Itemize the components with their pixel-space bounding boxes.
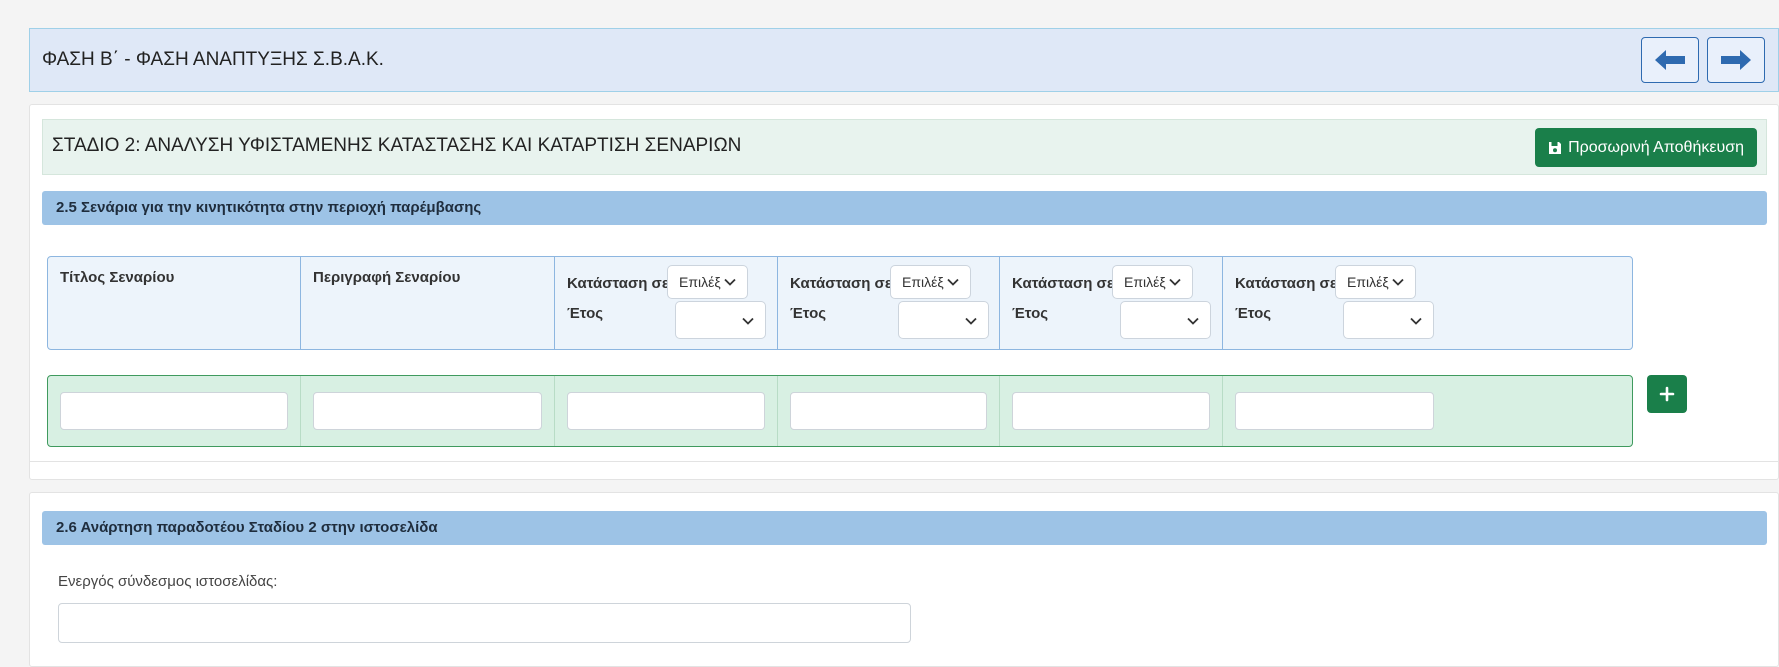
arrow-left-icon [1655,50,1685,70]
website-link-label: Ενεργός σύνδεσμος ιστοσελίδας: [58,573,278,590]
column-scenario-state: Κατάσταση σε Επιλέξ Έτος [778,257,1000,349]
column-scenario-state: Κατάσταση σε Επιλέξ Έτος [555,257,778,349]
phase-title: ΦΑΣΗ Β΄ - ΦΑΣΗ ΑΝΑΠΤΥΞΗΣ Σ.Β.Α.Κ. [42,49,384,70]
column-label: Τίτλος Σεναρίου [60,269,175,286]
section-2-6-header: 2.6 Ανάρτηση παραδοτέου Σταδίου 2 στην ι… [42,511,1767,545]
scenario-state-input[interactable] [567,392,765,430]
state-select-value: Επιλέξ [679,274,721,290]
row-cell [555,376,778,446]
column-scenario-state: Κατάσταση σε Επιλέξ Έτος [1223,257,1446,349]
chevron-down-icon [1169,278,1181,286]
column-scenario-description: Περιγραφή Σεναρίου [301,257,555,349]
save-button-label: Προσωρινή Αποθήκευση [1568,138,1744,156]
plus-icon [1659,386,1675,402]
row-cell [1000,376,1223,446]
row-cell [48,376,301,446]
row-cell [778,376,1000,446]
scenario-state-input[interactable] [1235,392,1434,430]
year-select[interactable] [898,301,989,339]
scenarios-table-header: Τίτλος Σεναρίου Περιγραφή Σεναρίου Κατάσ… [47,256,1633,350]
state-label: Κατάσταση σε [567,275,669,292]
website-link-input[interactable] [58,603,911,643]
previous-button[interactable] [1641,37,1699,83]
section-2-6-title: 2.6 Ανάρτηση παραδοτέου Σταδίου 2 στην ι… [56,519,438,536]
state-select-value: Επιλέξ [1124,274,1166,290]
state-select[interactable]: Επιλέξ [890,265,971,299]
next-button[interactable] [1707,37,1765,83]
chevron-down-icon [965,317,977,325]
chevron-down-icon [1392,278,1404,286]
state-label: Κατάσταση σε [1235,275,1337,292]
state-label: Κατάσταση σε [1012,275,1114,292]
row-cell [1223,376,1446,446]
state-select-value: Επιλέξ [902,274,944,290]
arrow-right-icon [1721,50,1751,70]
year-label: Έτος [1012,305,1049,322]
stage-card: ΣΤΑΔΙΟ 2: ΑΝΑΛΥΣΗ ΥΦΙΣΤΑΜΕΝΗΣ ΚΑΤΑΣΤΑΣΗΣ… [29,104,1779,480]
page: ΦΑΣΗ Β΄ - ΦΑΣΗ ΑΝΑΠΤΥΞΗΣ Σ.Β.Α.Κ. ΣΤΑΔΙΟ… [0,8,1779,667]
state-select-value: Επιλέξ [1347,274,1389,290]
scenario-title-input[interactable] [60,392,288,430]
state-label: Κατάσταση σε [790,275,892,292]
scenario-state-input[interactable] [790,392,987,430]
year-label: Έτος [567,305,604,322]
chevron-down-icon [1410,317,1422,325]
scenario-row [47,375,1633,447]
year-select[interactable] [675,301,766,339]
chevron-down-icon [1187,317,1199,325]
column-scenario-title: Τίτλος Σεναρίου [48,257,301,349]
state-select[interactable]: Επιλέξ [667,265,748,299]
state-select[interactable]: Επιλέξ [1112,265,1193,299]
stage-bar: ΣΤΑΔΙΟ 2: ΑΝΑΛΥΣΗ ΥΦΙΣΤΑΜΕΝΗΣ ΚΑΤΑΣΤΑΣΗΣ… [42,119,1767,175]
year-label: Έτος [790,305,827,322]
chevron-down-icon [724,278,736,286]
section-2-5-header: 2.5 Σενάρια για την κινητικότητα στην πε… [42,191,1767,225]
chevron-down-icon [742,317,754,325]
state-select[interactable]: Επιλέξ [1335,265,1416,299]
save-icon [1549,141,1562,154]
stage-title: ΣΤΑΔΙΟ 2: ΑΝΑΛΥΣΗ ΥΦΙΣΤΑΜΕΝΗΣ ΚΑΤΑΣΤΑΣΗΣ… [52,135,742,156]
column-label: Περιγραφή Σεναρίου [313,269,461,286]
scenario-description-input[interactable] [313,392,542,430]
section-2-5-title: 2.5 Σενάρια για την κινητικότητα στην πε… [56,199,482,216]
year-select[interactable] [1120,301,1211,339]
chevron-down-icon [947,278,959,286]
year-select[interactable] [1343,301,1434,339]
row-cell [301,376,555,446]
column-scenario-state: Κατάσταση σε Επιλέξ Έτος [1000,257,1223,349]
add-row-button[interactable] [1647,375,1687,413]
year-label: Έτος [1235,305,1272,322]
deliverable-card: 2.6 Ανάρτηση παραδοτέου Σταδίου 2 στην ι… [29,492,1779,667]
phase-header: ΦΑΣΗ Β΄ - ΦΑΣΗ ΑΝΑΠΤΥΞΗΣ Σ.Β.Α.Κ. [29,28,1779,92]
temporary-save-button[interactable]: Προσωρινή Αποθήκευση [1535,128,1757,167]
divider [30,461,1778,462]
scenario-state-input[interactable] [1012,392,1210,430]
